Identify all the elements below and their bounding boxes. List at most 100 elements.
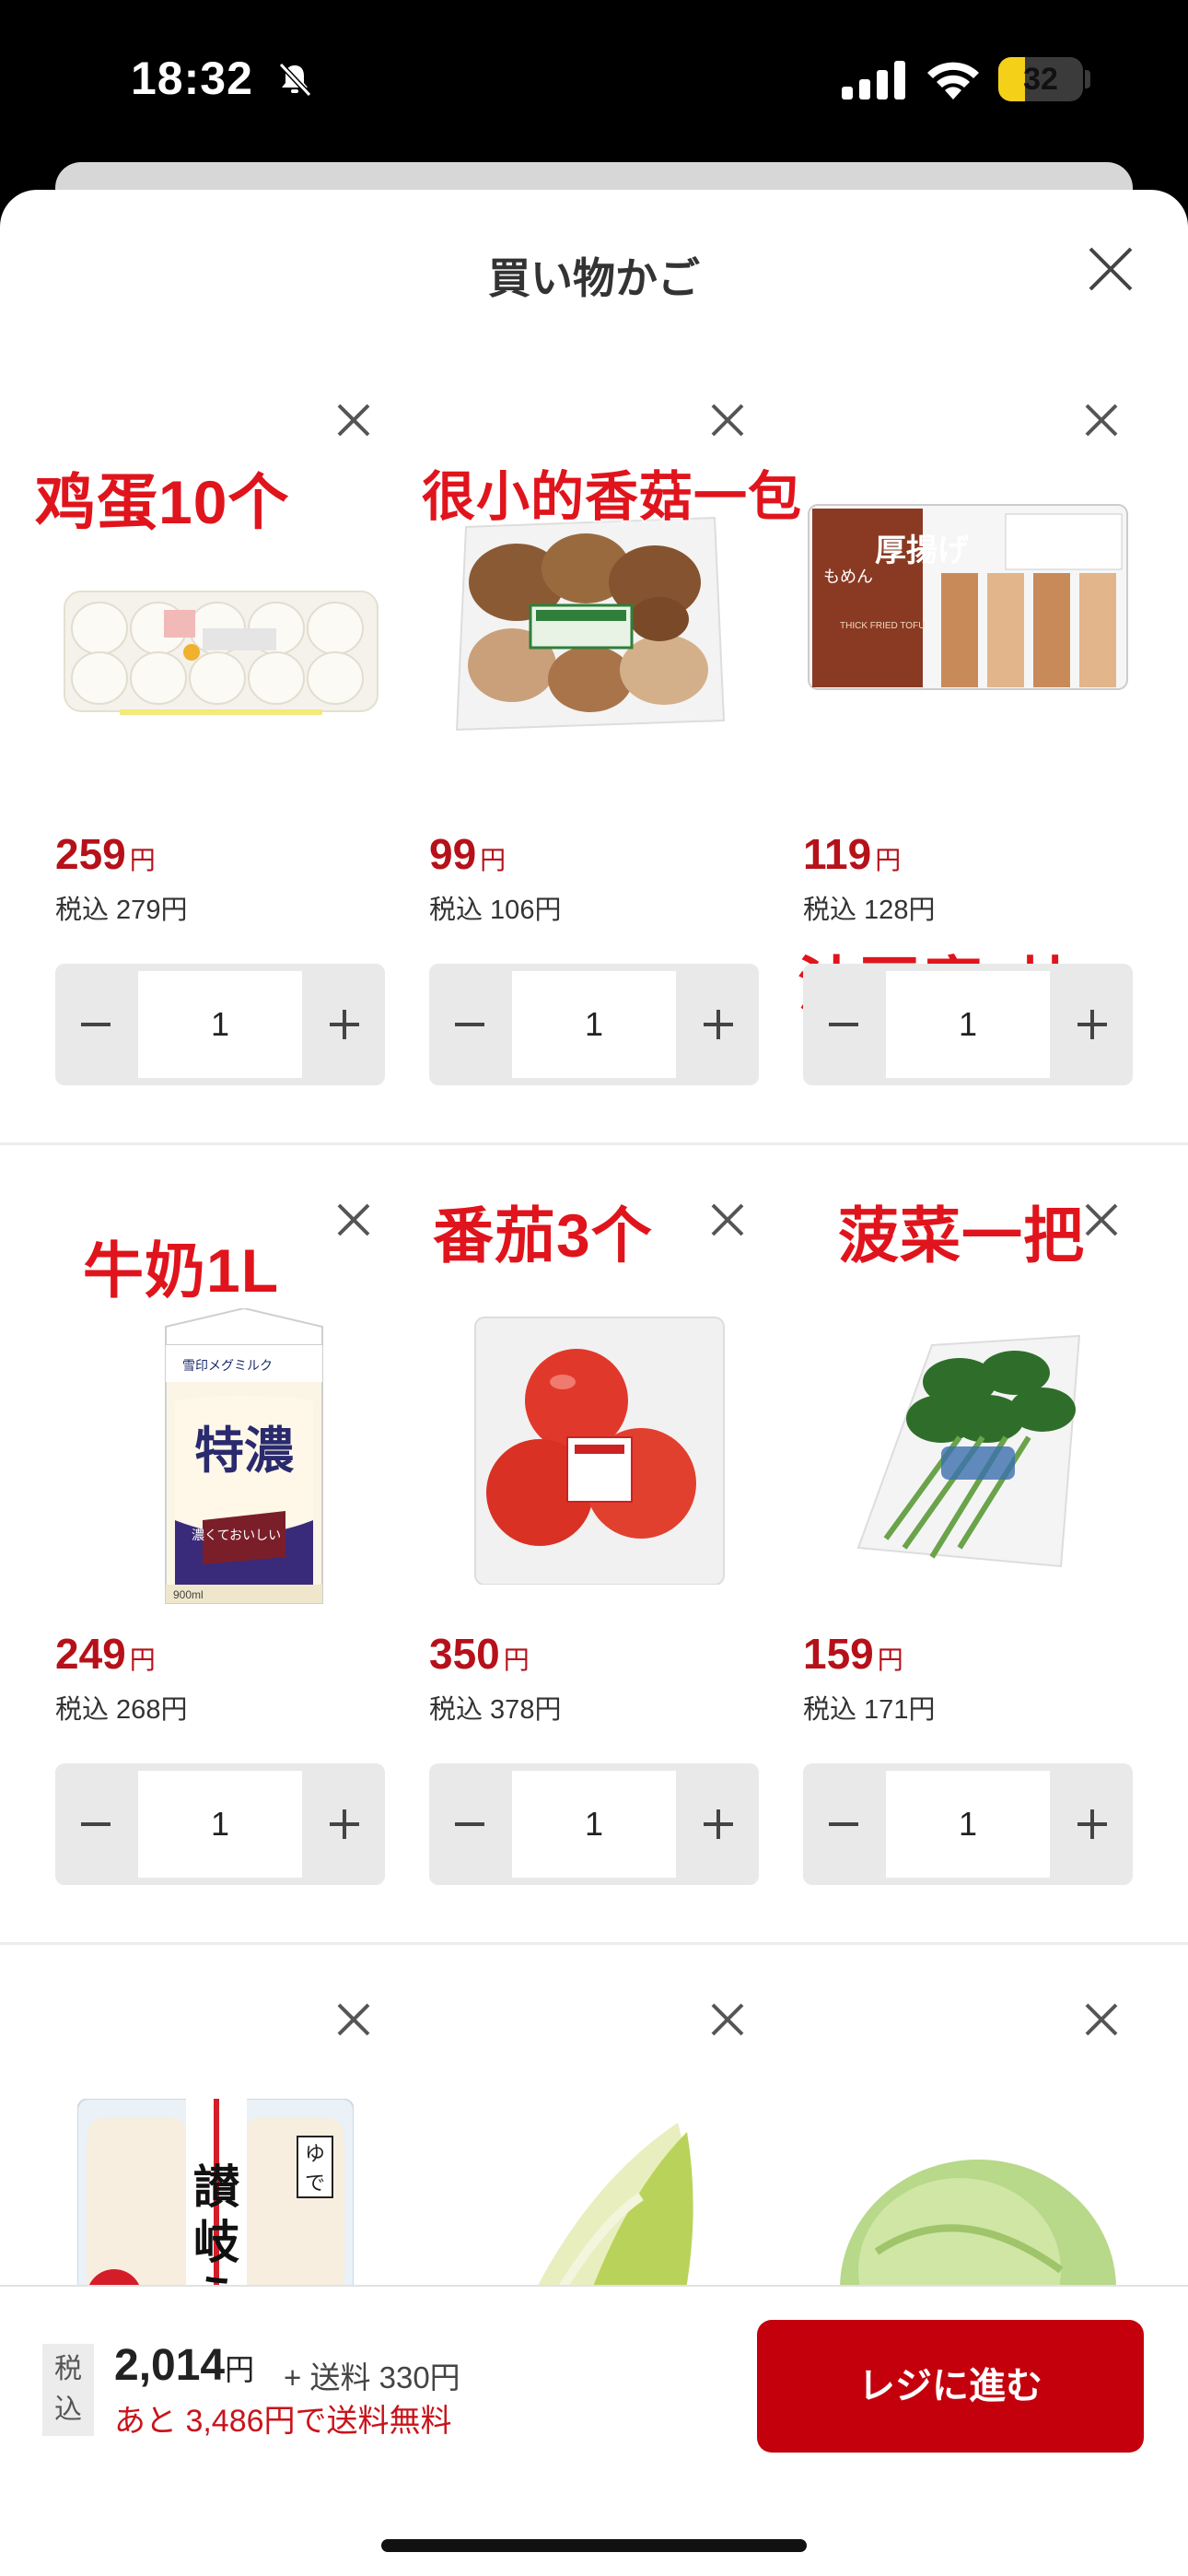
close-icon[interactable] [1083,241,1138,297]
increase-quantity-button[interactable] [304,1763,385,1885]
tax-included-price: 税込 106円 [429,896,562,925]
item-price: 119 円 [803,829,901,879]
wifi-icon [927,62,979,100]
handwritten-note: 很小的香菇一包 [420,466,803,529]
checkout-bar: 税込 2,014円 + 送料 330円 あと 3,486円で送料無料 レジに進む [0,2285,1188,2576]
decrease-quantity-button[interactable] [803,964,884,1085]
price-unit: 円 [129,1645,156,1674]
handwritten-note: 番茄3个 [432,1200,654,1271]
quantity-field[interactable]: 1 [512,1771,676,1878]
decrease-quantity-button[interactable] [55,1763,136,1885]
shipping-fee: + 送料 330円 [284,2360,460,2395]
tax-included-price: 税込 128円 [803,896,936,925]
product-image-spinach [856,1334,1081,1568]
status-time: 18:32 [131,53,253,104]
tax-included-price: 税込 268円 [55,1695,188,1725]
row-divider [0,1142,1188,1145]
quantity-stepper: 1 [55,964,385,1085]
item-price: 159 円 [803,1629,903,1679]
decrease-quantity-button[interactable] [803,1763,884,1885]
quantity-stepper: 1 [55,1763,385,1885]
tofu-label-sub: もめん [823,568,873,586]
remove-item-icon[interactable] [1079,1997,1124,2042]
product-image-tomato [474,1317,725,1585]
quantity-stepper: 1 [429,1763,759,1885]
increase-quantity-button[interactable] [304,964,385,1085]
price-value: 159 [803,1630,874,1678]
handwritten-note: 鸡蛋10个 [33,467,290,538]
item-price: 99 円 [429,829,506,879]
quantity-field[interactable]: 1 [138,1771,302,1878]
quantity-stepper: 1 [429,964,759,1085]
price-value: 259 [55,830,126,878]
cart-sheet: 買い物かご 鸡蛋10个 259 円 税込 279円 1 很小的香菇一包 99 円… [0,190,1188,2576]
remove-item-icon[interactable] [332,1997,376,2042]
product-row-1: 鸡蛋10个 259 円 税込 279円 1 很小的香菇一包 99 円 税込 10… [0,398,1188,1098]
quantity-stepper: 1 [803,964,1133,1085]
price-unit: 円 [503,1645,530,1674]
price-unit: 円 [875,846,902,874]
price-unit: 円 [129,846,156,874]
remove-item-icon[interactable] [332,1198,376,1242]
quantity-field[interactable]: 1 [886,971,1050,1078]
cart-item-tomato: 番茄3个 350 円 税込 378円 1 [429,1198,759,1898]
total-value: 2,014 [114,2341,226,2390]
remove-item-icon[interactable] [332,398,376,442]
cart-item-shiitake: 很小的香菇一包 99 円 税込 106円 1 [420,398,803,1098]
product-image-milk: 雪印メグミルク 特濃 濃くておいしい 900ml [147,1308,341,1610]
item-price: 259 円 [55,829,156,879]
quantity-field[interactable]: 1 [512,971,676,1078]
tofu-label-en: THICK FRIED TOFU [840,621,926,631]
free-shipping-remaining: あと 3,486円で送料無料 [114,2404,452,2439]
price-value: 249 [55,1630,126,1678]
tax-included-price: 税込 279円 [55,896,188,925]
battery-cap [1085,70,1090,88]
page-title: 買い物かご [488,254,700,302]
milk-label-sub: 濃くておいしい [192,1528,282,1542]
item-price: 249 円 [55,1629,156,1679]
udon-tag: ゆで [297,2136,333,2198]
home-indicator[interactable] [381,2539,807,2552]
increase-quantity-button[interactable] [1052,1763,1133,1885]
cart-total: 2,014円 [114,2340,254,2391]
cellular-signal-icon [842,61,905,100]
decrease-quantity-button[interactable] [55,964,136,1085]
checkout-button[interactable]: レジに進む [757,2320,1144,2453]
quantity-stepper: 1 [803,1763,1133,1885]
milk-brand: 雪印メグミルク [182,1358,273,1373]
price-unit: 円 [877,1645,903,1674]
quantity-field[interactable]: 1 [138,971,302,1078]
price-value: 99 [429,830,477,878]
increase-quantity-button[interactable] [678,964,759,1085]
tax-included-price: 税込 171円 [803,1695,936,1725]
battery-percent: 32 [1023,62,1058,97]
cart-item-fried-tofu: 厚揚げ もめん THICK FRIED TOFU 油豆腐4块 119円 税込 1… [797,398,1133,1098]
remove-item-icon[interactable] [1079,1198,1124,1242]
cart-item-milk: 雪印メグミルク 特濃 濃くておいしい 900ml 牛奶1L 249 円 税込 26… [55,1198,385,1898]
price-value: 350 [429,1630,500,1678]
total-unit: 円 [225,2353,255,2386]
remove-item-icon[interactable] [705,398,750,442]
product-row-2: 雪印メグミルク 特濃 濃くておいしい 900ml 牛奶1L 249 円 税込 26… [0,1198,1188,1898]
remove-item-icon[interactable] [705,1198,750,1242]
handwritten-note: 菠菜一把 [837,1200,1086,1271]
milk-label-main: 特濃 [194,1421,294,1480]
handwritten-note: 牛奶1L [81,1235,280,1306]
quantity-field[interactable]: 1 [886,1771,1050,1878]
tax-included-badge: 税込 [42,2344,94,2436]
remove-item-icon[interactable] [1079,398,1124,442]
cart-item-spinach: 菠菜一把 159 円 税込 171円 1 [803,1198,1133,1898]
milk-volume: 900ml [173,1588,204,1601]
tofu-label-main: 厚揚げ [875,533,969,568]
increase-quantity-button[interactable] [1052,964,1133,1085]
price-value: 119 [803,830,872,878]
row-divider [0,1942,1188,1945]
remove-item-icon[interactable] [705,1997,750,2042]
tax-included-price: 税込 378円 [429,1695,562,1725]
battery-indicator: 32 [998,57,1083,101]
decrease-quantity-button[interactable] [429,964,510,1085]
increase-quantity-button[interactable] [678,1763,759,1885]
bell-muted-icon [278,62,312,98]
cart-item-eggs: 鸡蛋10个 259 円 税込 279円 1 [33,398,385,1098]
decrease-quantity-button[interactable] [429,1763,510,1885]
